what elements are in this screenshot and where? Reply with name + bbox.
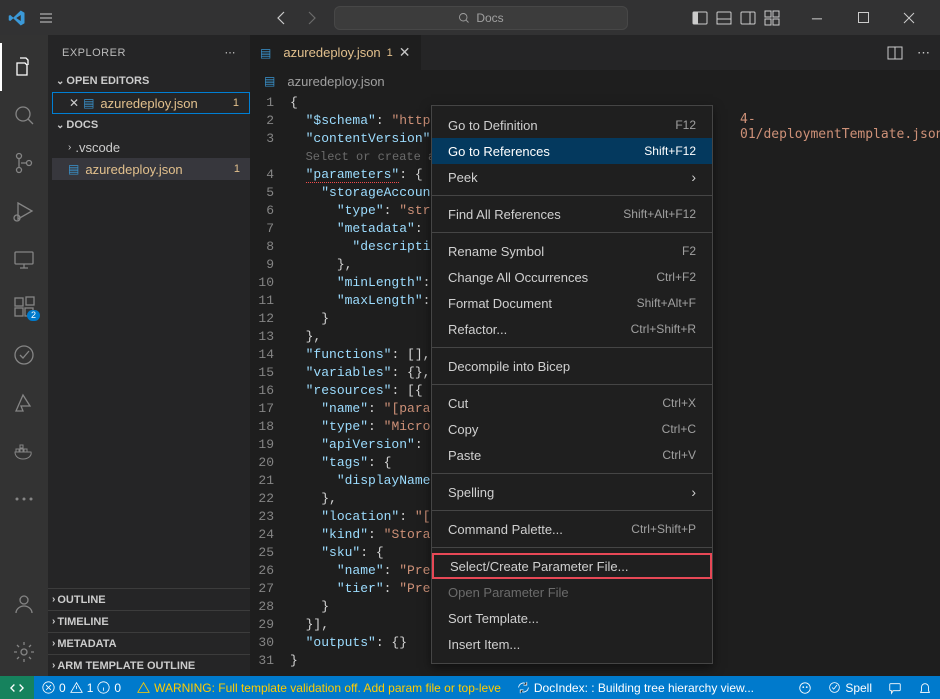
layout-controls	[692, 10, 780, 26]
warning-icon	[137, 681, 150, 694]
problems-badge: 1	[233, 97, 239, 109]
activity-overflow[interactable]	[0, 475, 48, 523]
explorer-sidebar: EXPLORER ⋯ ⌄OPEN EDITORS ✕ ▤ azuredeploy…	[48, 35, 250, 676]
status-spell[interactable]: Spell	[820, 676, 880, 699]
workspace-section[interactable]: ⌄DOCS	[52, 114, 250, 136]
customize-layout-icon[interactable]	[764, 10, 780, 26]
activity-azure[interactable]	[0, 379, 48, 427]
context-menu-item: Open Parameter File	[432, 579, 712, 605]
nav-back-button[interactable]	[268, 6, 292, 30]
activity-settings[interactable]	[0, 628, 48, 676]
toggle-panel-right-icon[interactable]	[740, 10, 756, 26]
status-feedback[interactable]	[880, 676, 910, 699]
breadcrumb[interactable]: ▤ azuredeploy.json	[250, 70, 940, 92]
editor-more-icon[interactable]: ⋯	[917, 45, 930, 61]
folder-item-vscode[interactable]: › .vscode	[52, 136, 250, 158]
sidebar-title: EXPLORER	[62, 47, 126, 59]
status-template-warning[interactable]: WARNING: Full template validation off. A…	[129, 676, 509, 699]
activity-run-debug[interactable]	[0, 187, 48, 235]
line-numbers-gutter: 1234567891011121314151617181920212223242…	[250, 92, 290, 676]
tab-bar: ▤ azuredeploy.json 1 ✕ ⋯	[250, 35, 940, 70]
vscode-logo-icon	[8, 9, 26, 27]
warning-icon	[70, 681, 83, 694]
editor-context-menu[interactable]: Go to DefinitionF12Go to ReferencesShift…	[431, 105, 713, 664]
activity-docker[interactable]	[0, 427, 48, 475]
context-menu-item[interactable]: Command Palette...Ctrl+Shift+P	[432, 516, 712, 542]
open-editors-section[interactable]: ⌄OPEN EDITORS	[52, 70, 250, 92]
schema-url-tail: 4-01/deploymentTemplate.json#",	[740, 112, 940, 142]
window-close-button[interactable]	[886, 1, 932, 35]
context-menu-item[interactable]: Go to DefinitionF12	[432, 112, 712, 138]
context-menu-item[interactable]: CutCtrl+X	[432, 390, 712, 416]
status-notifications[interactable]	[910, 676, 940, 699]
arm-file-icon: ▤	[260, 46, 271, 60]
context-menu-item[interactable]: Insert Item...	[432, 631, 712, 657]
activity-source-control[interactable]	[0, 139, 48, 187]
sidebar-more-icon[interactable]: ⋯	[225, 46, 237, 59]
status-copilot[interactable]	[790, 676, 820, 699]
activity-account[interactable]	[0, 580, 48, 628]
problems-badge: 1	[387, 47, 393, 59]
context-menu-item[interactable]: PasteCtrl+V	[432, 442, 712, 468]
context-menu-item[interactable]: Peek›	[432, 164, 712, 190]
activity-remote[interactable]	[0, 235, 48, 283]
status-docindex[interactable]: DocIndex: : Building tree hierarchy view…	[509, 676, 762, 699]
arm-file-icon: ▤	[264, 74, 275, 88]
activity-search[interactable]	[0, 91, 48, 139]
activity-extensions[interactable]: 2	[0, 283, 48, 331]
tab-azuredeploy[interactable]: ▤ azuredeploy.json 1 ✕	[250, 35, 422, 70]
context-menu-item[interactable]: Find All ReferencesShift+Alt+F12	[432, 201, 712, 227]
arm-file-icon: ▤	[68, 162, 79, 176]
context-menu-item[interactable]: Change All OccurrencesCtrl+F2	[432, 264, 712, 290]
app-menu-button[interactable]	[34, 6, 58, 30]
sync-icon	[517, 681, 530, 694]
context-menu-item[interactable]: Select/Create Parameter File...	[432, 553, 712, 579]
split-editor-icon[interactable]	[887, 45, 903, 61]
check-icon	[828, 681, 841, 694]
search-icon	[458, 12, 470, 24]
close-icon[interactable]: ✕	[69, 96, 79, 110]
nav-buttons	[268, 6, 324, 30]
nav-forward-button[interactable]	[300, 6, 324, 30]
info-icon	[97, 681, 110, 694]
context-menu-item[interactable]: CopyCtrl+C	[432, 416, 712, 442]
arm-file-icon: ▤	[83, 96, 94, 110]
context-menu-item[interactable]: Rename SymbolF2	[432, 238, 712, 264]
status-bar: 0 1 0 WARNING: Full template validation …	[0, 676, 940, 699]
context-menu-item[interactable]: Format DocumentShift+Alt+F	[432, 290, 712, 316]
context-menu-item[interactable]: Sort Template...	[432, 605, 712, 631]
context-menu-item[interactable]: Refactor...Ctrl+Shift+R	[432, 316, 712, 342]
search-placeholder: Docs	[476, 11, 503, 25]
sidebar-header: EXPLORER ⋯	[48, 35, 250, 70]
activity-bar: 2	[0, 35, 48, 676]
remote-indicator[interactable]	[0, 676, 34, 699]
command-center-search[interactable]: Docs	[334, 6, 628, 30]
activity-explorer[interactable]	[0, 43, 48, 91]
open-editor-item[interactable]: ✕ ▤ azuredeploy.json 1	[52, 92, 250, 114]
close-icon[interactable]: ✕	[399, 44, 411, 61]
status-problems[interactable]: 0 1 0	[34, 676, 129, 699]
problems-badge: 1	[234, 163, 240, 175]
context-menu-item[interactable]: Spelling›	[432, 479, 712, 505]
file-item-azuredeploy[interactable]: ▤ azuredeploy.json 1	[52, 158, 250, 180]
window-maximize-button[interactable]	[840, 1, 886, 35]
toggle-panel-left-icon[interactable]	[692, 10, 708, 26]
context-menu-item[interactable]: Go to ReferencesShift+F12	[432, 138, 712, 164]
toggle-panel-bottom-icon[interactable]	[716, 10, 732, 26]
window-minimize-button[interactable]: ─	[794, 1, 840, 35]
arm-template-outline-section[interactable]: ›ARM TEMPLATE OUTLINE	[48, 654, 250, 676]
timeline-section[interactable]: ›TIMELINE	[48, 610, 250, 632]
context-menu-item[interactable]: Decompile into Bicep	[432, 353, 712, 379]
metadata-section[interactable]: ›METADATA	[48, 632, 250, 654]
activity-testing[interactable]	[0, 331, 48, 379]
titlebar: Docs ─	[0, 0, 940, 35]
error-icon	[42, 681, 55, 694]
outline-section[interactable]: ›OUTLINE	[48, 588, 250, 610]
